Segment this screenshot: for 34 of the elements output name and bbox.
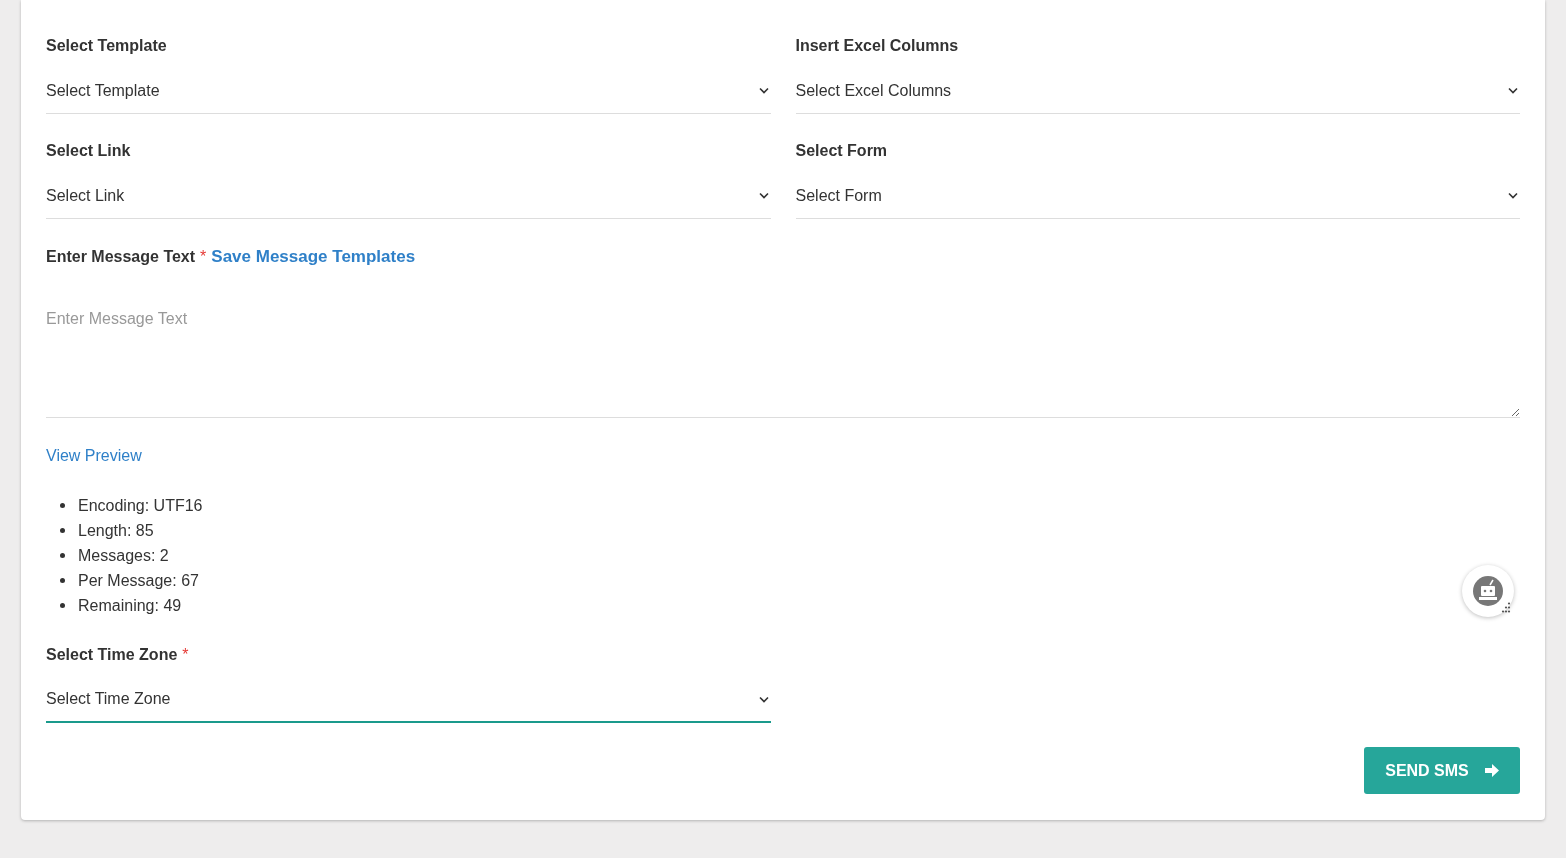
required-mark: * xyxy=(182,645,189,665)
bullet-icon xyxy=(60,578,65,583)
select-field[interactable]: Select Time Zone xyxy=(46,677,771,723)
stat-text: Per Message: 67 xyxy=(78,571,199,590)
stat-text: Encoding: UTF16 xyxy=(78,496,203,515)
chatbot-button[interactable] xyxy=(1462,565,1514,617)
save-templates-link[interactable]: Save Message Templates xyxy=(211,247,416,267)
chevron-down-icon xyxy=(1508,87,1518,94)
field-label: Select Form xyxy=(795,141,889,161)
bullet-icon xyxy=(60,503,65,508)
chevron-down-icon xyxy=(759,695,769,703)
chevron-down-icon xyxy=(758,87,769,94)
stat-text: Length: 85 xyxy=(78,521,154,540)
chevron-down-icon xyxy=(1508,192,1518,199)
drag-handle-icon xyxy=(1501,602,1511,613)
select-field[interactable]: Select Form xyxy=(795,173,1520,219)
stat-text: Messages: 2 xyxy=(78,546,169,565)
select-field[interactable]: Select Excel Columns xyxy=(795,68,1520,114)
field-label: Select Template xyxy=(46,36,168,56)
bullet-icon xyxy=(60,603,65,608)
view-preview-link[interactable]: View Preview xyxy=(46,446,1520,466)
robot-icon xyxy=(1472,575,1504,607)
field-label: Select Time Zone xyxy=(46,645,178,665)
field-label: Insert Excel Columns xyxy=(795,36,960,56)
field-label: Select Link xyxy=(46,141,132,161)
arrow-right-icon xyxy=(1484,764,1499,777)
bullet-icon xyxy=(60,528,65,533)
stat-text: Remaining: 49 xyxy=(78,596,182,615)
field-label: Enter Message Text xyxy=(46,247,196,267)
required-mark: * xyxy=(200,247,207,267)
bullet-icon xyxy=(60,553,65,558)
select-field[interactable]: Select Link xyxy=(46,173,771,219)
chevron-down-icon xyxy=(758,192,769,199)
select-field[interactable]: Select Template xyxy=(46,68,771,114)
